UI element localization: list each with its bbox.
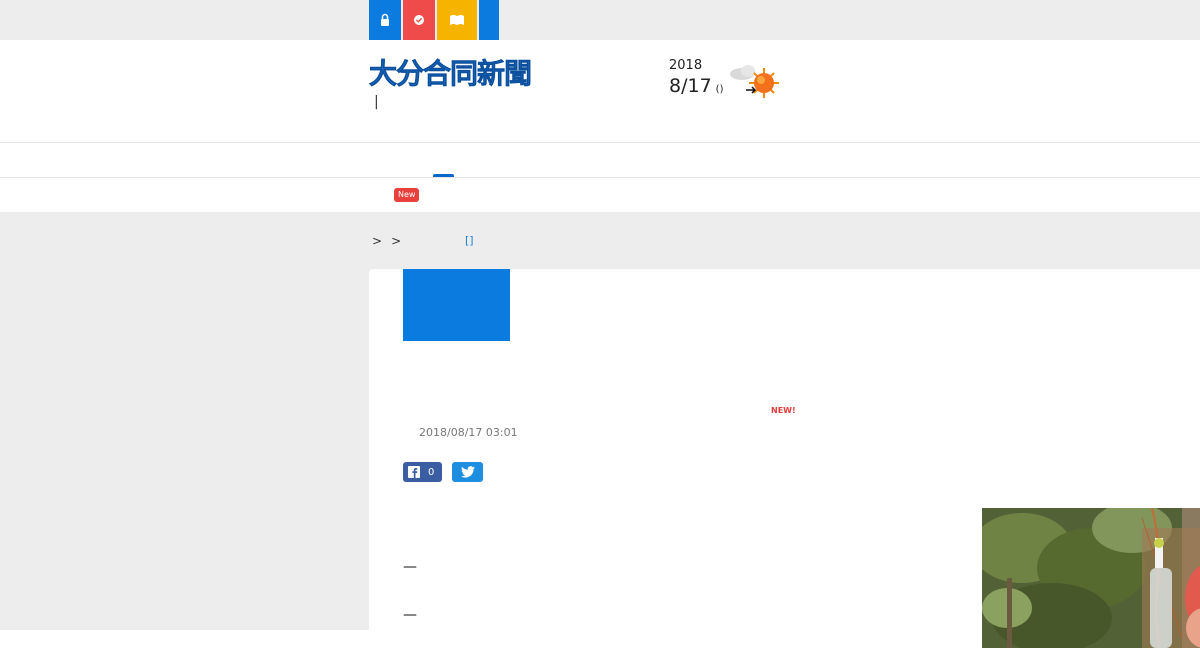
new-label: NEW! bbox=[771, 406, 796, 415]
breadcrumb-separator: > bbox=[372, 234, 383, 248]
cloudy-then-sunny-icon bbox=[728, 62, 780, 104]
article-timestamp: 2018/08/17 03:01 bbox=[419, 426, 518, 439]
date-year: 2018 bbox=[669, 58, 703, 73]
site-logo[interactable]: 大分合同新聞 bbox=[369, 56, 591, 92]
date-day: 8/17() bbox=[669, 75, 723, 97]
breadcrumb-link[interactable]: [] bbox=[465, 234, 474, 247]
lock-button[interactable] bbox=[369, 0, 401, 40]
lock-icon bbox=[381, 13, 389, 26]
book-icon bbox=[450, 15, 464, 25]
extra-button[interactable] bbox=[479, 0, 499, 40]
breadcrumb-separator: > bbox=[391, 234, 402, 248]
date-day-value: 8/17 bbox=[669, 75, 712, 97]
twitter-icon bbox=[460, 466, 475, 478]
main-navigation bbox=[0, 143, 1200, 178]
facebook-icon bbox=[408, 466, 420, 478]
new-badge: New bbox=[394, 188, 420, 202]
sub-navigation: New bbox=[0, 178, 1200, 212]
article-photo bbox=[982, 508, 1200, 648]
logo-subtitle: | bbox=[374, 94, 379, 110]
facebook-share-count: 0 bbox=[428, 466, 435, 478]
article-body-dash: — bbox=[403, 559, 417, 575]
check-circle-icon bbox=[414, 15, 424, 25]
category-tag-block[interactable] bbox=[403, 269, 510, 341]
book-button[interactable] bbox=[437, 0, 477, 40]
date-weekday: () bbox=[715, 84, 724, 95]
twitter-share-button[interactable] bbox=[452, 462, 483, 482]
check-button[interactable] bbox=[403, 0, 435, 40]
content-area: > > [] NEW! 2018/08/17 03:01 0 — — bbox=[0, 212, 1200, 649]
article-card: NEW! 2018/08/17 03:01 0 — — bbox=[369, 269, 1200, 649]
svg-text:大分合同新聞: 大分合同新聞 bbox=[369, 57, 531, 88]
article-body-dash: — bbox=[403, 607, 417, 623]
breadcrumb: > > bbox=[372, 234, 410, 248]
top-utility-bar bbox=[0, 0, 1200, 40]
facebook-share-button[interactable]: 0 bbox=[403, 462, 442, 482]
nav-active-indicator bbox=[433, 174, 454, 177]
site-header: 大分合同新聞 | 2018 8/17() bbox=[0, 40, 1200, 143]
